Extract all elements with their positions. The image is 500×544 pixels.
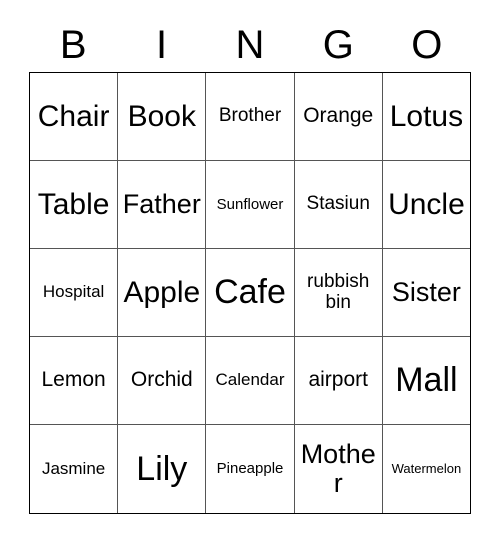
- bingo-cell[interactable]: Watermelon: [383, 425, 470, 513]
- bingo-cell-label: Orchid: [130, 368, 193, 392]
- bingo-cell-label: Pineapple: [216, 460, 284, 478]
- bingo-cell[interactable]: Sister: [382, 249, 471, 337]
- bingo-header-letter-b: B: [59, 23, 87, 67]
- bingo-header-letter-i: I: [156, 23, 168, 67]
- bingo-row: Table Father Sunflower Stasiun Uncle: [30, 161, 471, 249]
- bingo-cell[interactable]: Book: [118, 73, 207, 161]
- bingo-cell[interactable]: Lemon: [30, 337, 119, 425]
- bingo-cell-label: Watermelon: [391, 461, 462, 477]
- bingo-cell[interactable]: Stasiun: [294, 161, 383, 249]
- bingo-cell[interactable]: Hospital: [30, 249, 119, 337]
- bingo-cell[interactable]: Jasmine: [30, 425, 119, 513]
- bingo-header-letter-o: O: [411, 23, 443, 67]
- bingo-cell[interactable]: Apple: [118, 249, 207, 337]
- bingo-cell-label: Sunflower: [216, 195, 284, 213]
- bingo-cell-label: Uncle: [388, 187, 465, 221]
- bingo-cell[interactable]: Table: [30, 161, 119, 249]
- bingo-cell-label: Calendar: [215, 370, 285, 390]
- bingo-cell-label: Mother: [300, 439, 376, 498]
- bingo-cell[interactable]: rubbish bin: [294, 249, 383, 337]
- bingo-cell-label: Apple: [123, 275, 201, 309]
- bingo-cell-label: Jasmine: [41, 458, 106, 478]
- bingo-cell-label: Lily: [136, 449, 188, 488]
- bingo-cell[interactable]: Lily: [118, 425, 207, 513]
- bingo-header-letter-n: N: [235, 23, 265, 67]
- bingo-header-letter-g: G: [322, 23, 354, 67]
- bingo-header-row: BINGO: [29, 18, 471, 72]
- bingo-cell-label: Brother: [218, 105, 282, 127]
- bingo-cell-label: Sister: [391, 277, 461, 308]
- bingo-grid: Chair Book Brother Orange Lotus Table Father Su…: [29, 72, 471, 514]
- bingo-cell-label: Book: [127, 99, 196, 133]
- bingo-cell-label: Orange: [303, 104, 374, 128]
- bingo-cell[interactable]: Lotus: [382, 73, 471, 161]
- bingo-cell-label: Father: [122, 189, 201, 220]
- bingo-cell[interactable]: Mother: [295, 425, 383, 513]
- bingo-cell-label: Chair: [37, 99, 110, 133]
- bingo-cell[interactable]: Uncle: [382, 161, 471, 249]
- bingo-cell-label: Mall: [395, 361, 458, 400]
- bingo-cell-label: Stasiun: [306, 193, 370, 215]
- bingo-cell-label: airport: [308, 368, 368, 392]
- bingo-row: Lemon Orchid Calendar airport Mall: [30, 337, 471, 425]
- bingo-cell[interactable]: Father: [118, 161, 207, 249]
- bingo-cell[interactable]: Sunflower: [206, 161, 295, 249]
- bingo-cell[interactable]: Pineapple: [206, 425, 295, 513]
- bingo-cell-label: Table: [37, 187, 110, 221]
- bingo-cell-label: Hospital: [42, 282, 105, 302]
- bingo-cell[interactable]: Brother: [206, 73, 295, 161]
- bingo-cell-label: Lotus: [389, 99, 464, 133]
- bingo-cell[interactable]: Orange: [294, 73, 383, 161]
- bingo-row: Chair Book Brother Orange Lotus: [30, 73, 471, 161]
- bingo-cell[interactable]: airport: [294, 337, 383, 425]
- bingo-cell-label: Lemon: [41, 368, 106, 392]
- bingo-card: B I N G O Chair Book Brother Orange Lotus Table Fa…: [0, 0, 500, 544]
- bingo-row: Hospital Apple Cafe rubbish bin Sister: [30, 249, 471, 337]
- bingo-cell[interactable]: Calendar: [206, 337, 295, 425]
- bingo-cell[interactable]: Orchid: [118, 337, 207, 425]
- bingo-cell[interactable]: Cafe: [206, 249, 295, 337]
- bingo-cell[interactable]: Mall: [382, 337, 471, 425]
- bingo-cell-label: rubbish bin: [307, 271, 370, 313]
- bingo-row: Jasmine Lily Pineapple Mother Watermelon: [30, 425, 470, 513]
- bingo-cell-label: Cafe: [214, 273, 286, 312]
- bingo-cell[interactable]: Chair: [30, 73, 119, 161]
